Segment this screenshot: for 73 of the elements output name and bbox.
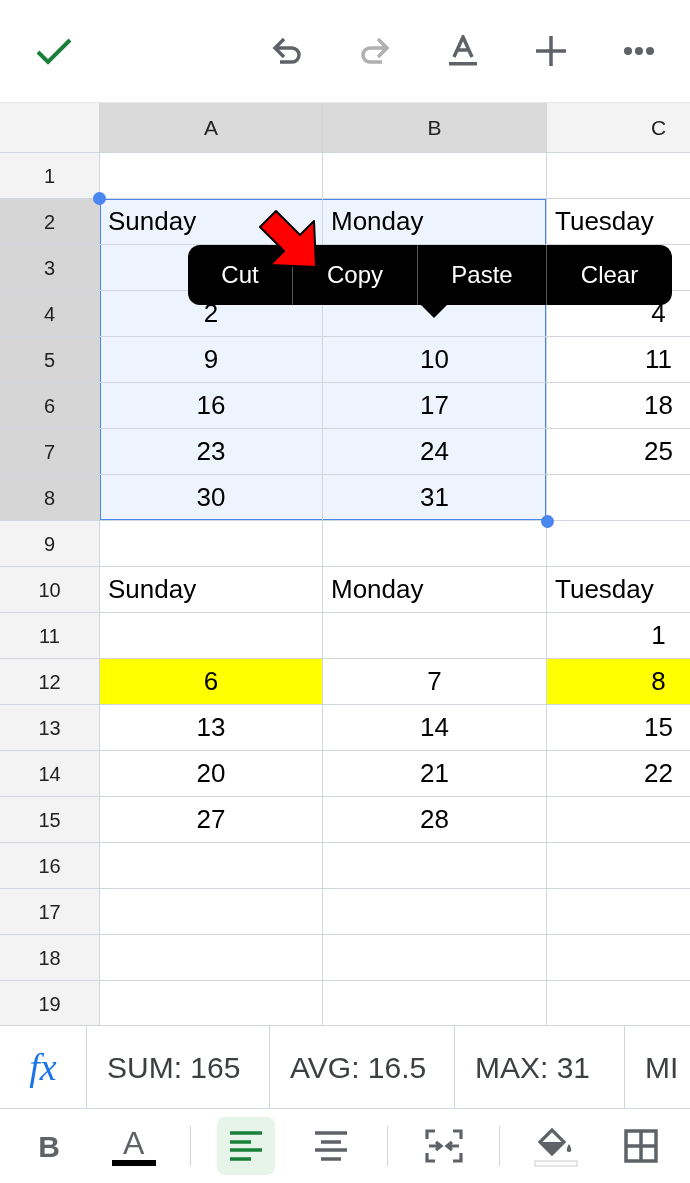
- row-header[interactable]: 17: [0, 889, 100, 935]
- table-cell[interactable]: Sunday: [100, 567, 323, 613]
- table-cell[interactable]: 20: [100, 751, 323, 797]
- row-header[interactable]: 16: [0, 843, 100, 889]
- stat-cell[interactable]: AVG: 16.5: [270, 1026, 455, 1108]
- table-cell[interactable]: 16: [100, 383, 323, 429]
- column-header[interactable]: A: [100, 103, 323, 153]
- plus-icon[interactable]: [536, 36, 566, 66]
- table-cell[interactable]: 9: [100, 337, 323, 383]
- row-header[interactable]: 7: [0, 429, 100, 475]
- table-cell[interactable]: 11: [547, 337, 690, 383]
- selection-handle[interactable]: [541, 515, 554, 528]
- table-cell[interactable]: 28: [323, 797, 547, 843]
- row-header[interactable]: 10: [0, 567, 100, 613]
- row-header[interactable]: 1: [0, 153, 100, 199]
- column-header[interactable]: B: [323, 103, 547, 153]
- row-header[interactable]: 13: [0, 705, 100, 751]
- table-cell[interactable]: 30: [100, 475, 323, 521]
- row-header[interactable]: 5: [0, 337, 100, 383]
- table-cell[interactable]: 23: [100, 429, 323, 475]
- text-color-button[interactable]: A: [104, 1117, 163, 1175]
- function-label[interactable]: fx: [29, 1038, 57, 1096]
- table-cell[interactable]: [100, 935, 323, 981]
- align-left-button[interactable]: [217, 1117, 276, 1175]
- table-cell[interactable]: 18: [547, 383, 690, 429]
- table-cell[interactable]: Monday: [323, 567, 547, 613]
- table-cell[interactable]: 21: [323, 751, 547, 797]
- row-header[interactable]: 18: [0, 935, 100, 981]
- stat-cell[interactable]: SUM: 165: [87, 1026, 270, 1108]
- stat-cell[interactable]: MAX: 31: [455, 1026, 625, 1108]
- row-header[interactable]: 2: [0, 199, 100, 245]
- row-header[interactable]: 3: [0, 245, 100, 291]
- row-header[interactable]: 15: [0, 797, 100, 843]
- table-cell[interactable]: [100, 843, 323, 889]
- table-cell[interactable]: [323, 613, 547, 659]
- row-header[interactable]: 12: [0, 659, 100, 705]
- table-cell[interactable]: [100, 889, 323, 935]
- undo-icon[interactable]: [272, 37, 302, 65]
- align-center-icon: [314, 1130, 349, 1162]
- table-cell[interactable]: [323, 153, 547, 199]
- row-header[interactable]: 8: [0, 475, 100, 521]
- borders-icon: [623, 1129, 658, 1163]
- table-cell[interactable]: 8: [547, 659, 690, 705]
- bold-button[interactable]: B: [20, 1117, 78, 1175]
- row-header[interactable]: 4: [0, 291, 100, 337]
- table-cell[interactable]: 22: [547, 751, 690, 797]
- menu-item[interactable]: Clear: [546, 245, 672, 305]
- table-cell[interactable]: 25: [547, 429, 690, 475]
- align-left-icon: [229, 1130, 264, 1162]
- row-header[interactable]: 14: [0, 751, 100, 797]
- text-format-icon[interactable]: [448, 35, 478, 67]
- table-cell[interactable]: [323, 889, 547, 935]
- merge-icon: [424, 1129, 463, 1163]
- table-cell[interactable]: [100, 521, 323, 567]
- more-icon[interactable]: [624, 47, 654, 55]
- row-header[interactable]: 11: [0, 613, 100, 659]
- table-cell[interactable]: 17: [323, 383, 547, 429]
- table-cell[interactable]: 10: [323, 337, 547, 383]
- table-cell[interactable]: 6: [100, 659, 323, 705]
- row-header[interactable]: 9: [0, 521, 100, 567]
- table-cell[interactable]: 14: [323, 705, 547, 751]
- checkmark-icon[interactable]: [36, 37, 72, 65]
- table-cell[interactable]: Tuesday: [547, 567, 690, 613]
- stat-cell[interactable]: MI: [625, 1026, 690, 1108]
- table-cell[interactable]: 15: [547, 705, 690, 751]
- table-cell[interactable]: 13: [100, 705, 323, 751]
- table-cell[interactable]: [323, 935, 547, 981]
- table-cell[interactable]: [323, 843, 547, 889]
- row-header[interactable]: 19: [0, 981, 100, 1025]
- table-cell[interactable]: 24: [323, 429, 547, 475]
- row-header[interactable]: 6: [0, 383, 100, 429]
- table-cell[interactable]: 27: [100, 797, 323, 843]
- column-header[interactable]: C: [547, 103, 690, 153]
